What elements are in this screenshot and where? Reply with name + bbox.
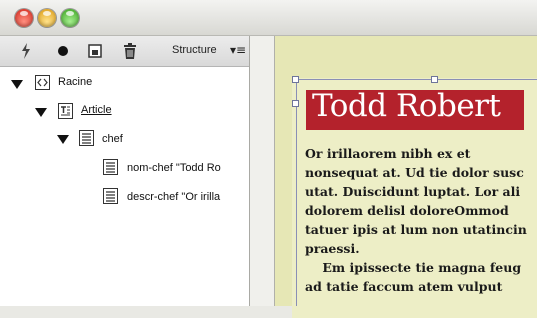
tree-item-article[interactable]: Article (81, 104, 112, 116)
frame-handle-top-mid[interactable] (431, 76, 438, 83)
body-line: Or irillaorem nibh ex et (305, 146, 471, 161)
frame-handle-top-left[interactable] (292, 76, 299, 83)
disclosure-triangle-chef[interactable] (57, 135, 69, 144)
frame-left-edge (296, 79, 297, 306)
tree-item-chef[interactable]: chef (102, 133, 123, 145)
structure-label: Structure (172, 44, 217, 56)
window-titlebar (0, 0, 537, 36)
tree-item-nom-chef[interactable]: nom-chef "Todd Ro (127, 162, 247, 174)
document-body[interactable]: Or irillaorem nibh ex et nonsequat at. U… (305, 144, 537, 296)
article-story-icon (58, 103, 73, 123)
root-tag-icon (35, 75, 50, 94)
disclosure-triangle-root[interactable] (11, 80, 23, 89)
chef-element-icon (79, 130, 94, 150)
document-title[interactable]: Todd Robert (312, 88, 501, 124)
body-line: ad tatie faccum atem vulput (305, 279, 503, 294)
circle-icon[interactable] (55, 43, 71, 59)
frame-icon[interactable] (87, 43, 103, 59)
frame-top-edge (296, 79, 537, 80)
minimize-window-button[interactable] (38, 9, 56, 27)
body-line: tatuer ipis at lum non utatincin (305, 222, 527, 237)
trash-icon[interactable] (122, 43, 138, 59)
descr-chef-element-icon (103, 188, 118, 208)
frame-handle-left-upper[interactable] (292, 100, 299, 107)
body-line: dolorem delisl doloreOmmod (305, 203, 509, 218)
close-window-button[interactable] (15, 9, 33, 27)
structure-panel: Structure ▾≡ Racine Article chef nom-che… (0, 36, 250, 306)
nom-chef-element-icon (103, 159, 118, 179)
zoom-window-button[interactable] (61, 9, 79, 27)
body-line: Em ipissecte tie magna feug (305, 260, 522, 275)
panel-divider[interactable] (250, 36, 275, 306)
body-line: praessi. (305, 241, 360, 256)
tree-item-descr-chef[interactable]: descr-chef "Or irilla (127, 191, 247, 203)
structure-toolbar: Structure ▾≡ (0, 36, 249, 67)
panel-menu-button[interactable]: ▾≡ (230, 43, 246, 57)
lightning-icon[interactable] (18, 43, 34, 59)
body-line: nonsequat at. Ud tie dolor susc (305, 165, 524, 180)
disclosure-triangle-article[interactable] (35, 108, 47, 117)
body-line: utat. Duiscidunt luptat. Lor ali (305, 184, 521, 199)
tree-item-racine[interactable]: Racine (58, 76, 92, 88)
